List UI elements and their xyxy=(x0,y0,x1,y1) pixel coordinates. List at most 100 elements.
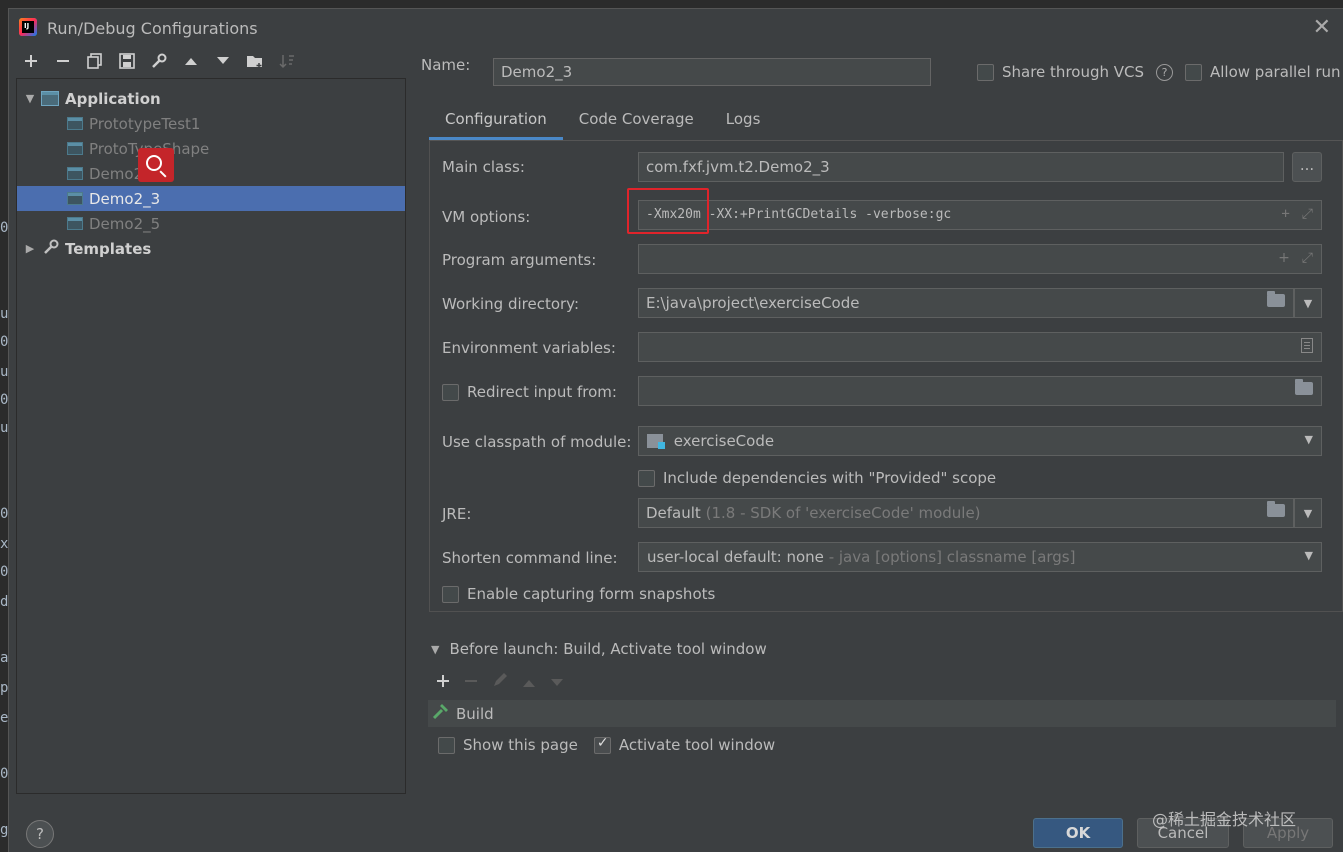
close-icon[interactable]: ✕ xyxy=(1313,15,1331,40)
tree-item-config[interactable]: Demo2 xyxy=(17,161,405,186)
folder-icon[interactable] xyxy=(1295,379,1313,395)
background-editor-strip: 0 u 0 u 0 u 0 x 0 d a p e 0 g xyxy=(0,0,8,852)
include-dependencies-checkbox[interactable] xyxy=(638,469,655,487)
strip-char: 0 xyxy=(0,334,8,350)
help-icon[interactable]: ? xyxy=(1156,63,1174,81)
copy-icon[interactable] xyxy=(84,50,106,72)
collapsed-arrow-icon[interactable]: ▶ xyxy=(23,242,37,255)
activate-tool-window-label: Activate tool window xyxy=(618,736,776,754)
tree-node-templates[interactable]: ▶ Templates xyxy=(17,236,405,261)
tree-item-label: Demo2_3 xyxy=(89,189,161,208)
strip-char: 0 xyxy=(0,506,8,522)
task-label: Build xyxy=(456,704,494,723)
jre-dropdown[interactable]: ▼ xyxy=(1294,498,1322,528)
tree-item-config[interactable]: ProtoTypeShape xyxy=(17,136,405,161)
sort-icon[interactable] xyxy=(276,50,298,72)
redirect-input-field[interactable] xyxy=(638,376,1322,406)
allow-parallel-checkbox[interactable] xyxy=(1185,63,1202,81)
save-icon[interactable] xyxy=(116,50,138,72)
tree-item-config[interactable]: PrototypeTest1 xyxy=(17,111,405,136)
edit-icon[interactable] xyxy=(492,672,508,693)
tree-item-config-selected[interactable]: Demo2_3 xyxy=(17,186,405,211)
strip-char: g xyxy=(0,822,8,838)
configuration-panel: Main class: com.fxf.jvm.t2.Demo2_3 ... V… xyxy=(429,140,1343,612)
shorten-command-select[interactable]: user-local default: none - java [options… xyxy=(638,542,1322,572)
activate-tool-window-checkbox[interactable] xyxy=(593,735,611,754)
strip-char: 0 xyxy=(0,766,8,782)
environment-variables-label: Environment variables: xyxy=(442,339,616,357)
expand-icon[interactable]: ⤢ xyxy=(1302,206,1313,222)
tab-code-coverage[interactable]: Code Coverage xyxy=(563,106,710,140)
program-arguments-field[interactable]: + ⤢ xyxy=(638,244,1322,274)
classpath-module-select[interactable]: exerciseCode ▼ xyxy=(638,426,1322,456)
strip-char: 0 xyxy=(0,564,8,580)
jre-field[interactable]: Default (1.8 - SDK of 'exerciseCode' mod… xyxy=(638,498,1294,528)
main-class-field[interactable]: com.fxf.jvm.t2.Demo2_3 xyxy=(638,152,1284,182)
shorten-command-hint: - java [options] classname [args] xyxy=(828,548,1076,566)
config-icon xyxy=(67,167,83,180)
ok-button[interactable]: OK xyxy=(1033,818,1123,848)
tree-node-label: Application xyxy=(65,89,161,108)
move-up-icon[interactable] xyxy=(522,672,536,693)
wrench-icon xyxy=(43,239,59,259)
include-dependencies-option[interactable]: Include dependencies with "Provided" sco… xyxy=(638,469,996,487)
before-launch-title: Before launch: Build, Activate tool wind… xyxy=(449,640,767,658)
share-vcs-option[interactable]: Share through VCS ? xyxy=(977,63,1174,81)
environment-variables-field[interactable] xyxy=(638,332,1322,362)
move-down-icon[interactable] xyxy=(212,50,234,72)
browse-main-class-button[interactable]: ... xyxy=(1292,152,1322,182)
folder-icon[interactable] xyxy=(1267,501,1285,517)
insert-macro-icon[interactable]: + xyxy=(1278,250,1290,266)
add-icon[interactable] xyxy=(20,50,42,72)
expand-icon[interactable]: ⤢ xyxy=(1302,250,1313,266)
shorten-command-label: Shorten command line: xyxy=(442,549,618,567)
capture-snapshots-checkbox[interactable] xyxy=(442,585,459,603)
folder-add-icon[interactable] xyxy=(244,50,266,72)
edit-variables-icon[interactable] xyxy=(1301,338,1313,353)
move-down-icon[interactable] xyxy=(550,672,564,693)
working-directory-dropdown[interactable]: ▼ xyxy=(1294,288,1322,318)
before-launch-header[interactable]: ▼ Before launch: Build, Activate tool wi… xyxy=(431,640,767,658)
share-vcs-checkbox[interactable] xyxy=(977,63,994,81)
remove-icon[interactable] xyxy=(464,672,478,693)
working-directory-field[interactable]: E:\java\project\exerciseCode xyxy=(638,288,1294,318)
expanded-arrow-icon[interactable]: ▼ xyxy=(23,92,37,105)
shorten-command-value: user-local default: none xyxy=(647,548,824,566)
intellij-app-icon: IJ xyxy=(19,18,37,36)
remove-icon[interactable] xyxy=(52,50,74,72)
expanded-arrow-icon[interactable]: ▼ xyxy=(431,643,439,656)
vm-options-field[interactable]: -Xmx20m -XX:+PrintGCDetails -verbose:gc … xyxy=(638,200,1322,230)
config-icon xyxy=(67,192,83,205)
before-launch-task-row[interactable]: Build xyxy=(428,700,1336,727)
window-title: Run/Debug Configurations xyxy=(47,19,258,38)
hammer-icon xyxy=(432,703,450,724)
tab-configuration[interactable]: Configuration xyxy=(429,106,563,140)
move-up-icon[interactable] xyxy=(180,50,202,72)
name-label: Name: xyxy=(421,56,471,74)
add-icon[interactable] xyxy=(436,672,450,693)
strip-char: x xyxy=(0,536,8,552)
tab-logs[interactable]: Logs xyxy=(710,106,777,140)
vm-options-label: VM options: xyxy=(442,208,531,226)
redirect-input-option[interactable]: Redirect input from: xyxy=(442,383,617,401)
module-icon xyxy=(647,434,665,449)
wrench-icon[interactable] xyxy=(148,50,170,72)
name-field[interactable]: Demo2_3 xyxy=(493,58,931,86)
capture-snapshots-label: Enable capturing form snapshots xyxy=(467,585,716,603)
strip-char: u xyxy=(0,420,8,436)
tree-node-application[interactable]: ▼ Application xyxy=(17,86,405,111)
working-directory-value: E:\java\project\exerciseCode xyxy=(646,294,860,312)
config-toolbar xyxy=(20,50,298,72)
folder-icon[interactable] xyxy=(1267,291,1285,307)
capture-snapshots-option[interactable]: Enable capturing form snapshots xyxy=(442,585,715,603)
show-page-checkbox[interactable] xyxy=(438,736,455,754)
tree-item-config[interactable]: Demo2_5 xyxy=(17,211,405,236)
search-icon[interactable] xyxy=(138,148,174,182)
program-arguments-label: Program arguments: xyxy=(442,251,597,269)
help-button[interactable]: ? xyxy=(26,820,54,848)
redirect-input-checkbox[interactable] xyxy=(442,383,459,401)
before-launch-toolbar xyxy=(436,672,564,693)
strip-char: a xyxy=(0,650,8,666)
insert-macro-icon[interactable]: + xyxy=(1281,206,1289,222)
allow-parallel-option[interactable]: Allow parallel run xyxy=(1185,63,1341,81)
